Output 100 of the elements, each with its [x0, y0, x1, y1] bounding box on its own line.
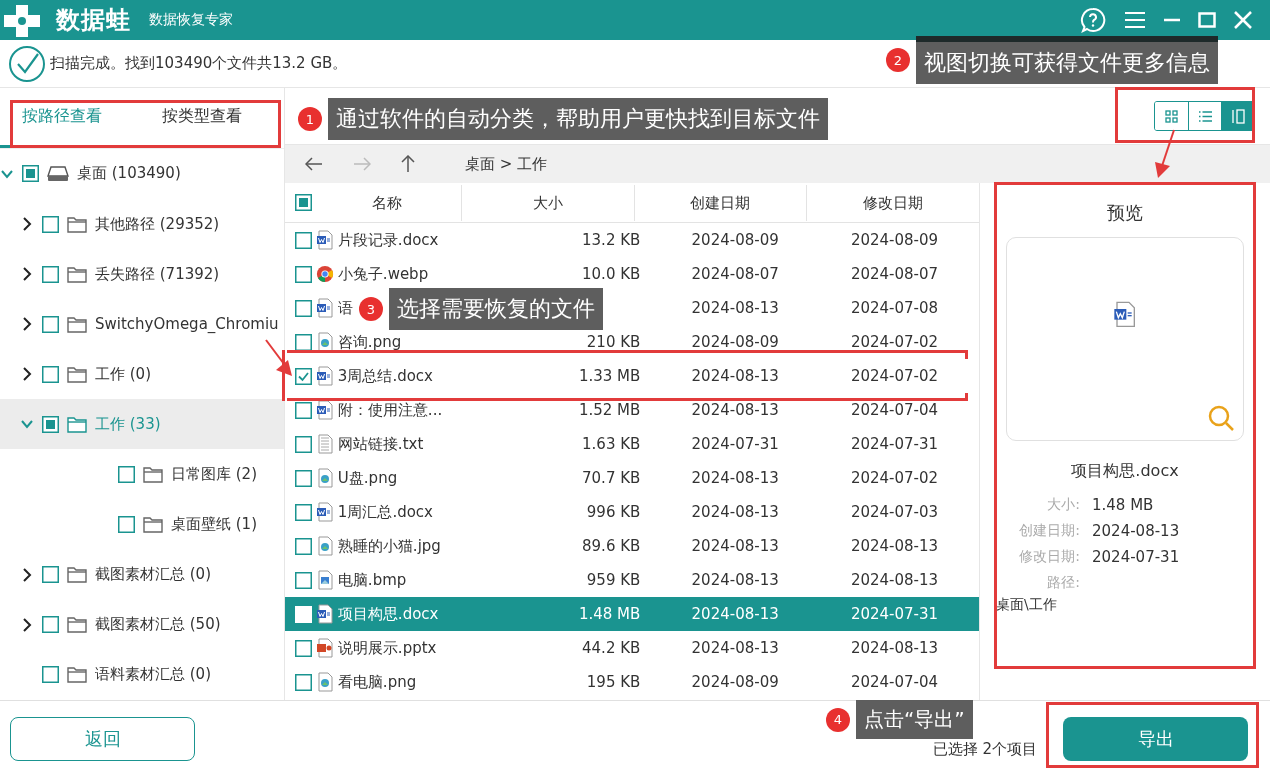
tree-item[interactable]: 桌面壁纸 (1) — [0, 499, 284, 550]
tree-item[interactable]: SwitchyOmega_Chromiu — [0, 299, 284, 350]
tree-item[interactable]: 桌面 (103490) — [0, 148, 284, 199]
tree-item-label[interactable]: 工作 (0) — [95, 364, 151, 384]
tree-item[interactable]: 工作 (0) — [0, 349, 284, 400]
checkbox[interactable] — [295, 571, 312, 589]
tree-item-label[interactable]: 语料素材汇总 (0) — [95, 665, 211, 685]
chevron-right-icon[interactable] — [20, 567, 34, 582]
chevron-right-icon[interactable] — [20, 367, 34, 382]
column-header[interactable]: 大小 — [462, 184, 635, 221]
checkbox[interactable] — [295, 333, 312, 351]
up-arrow-icon[interactable] — [401, 155, 415, 173]
tree-item[interactable]: 截图素材汇总 (50) — [0, 599, 284, 650]
close-icon[interactable] — [1234, 11, 1252, 29]
checkbox[interactable] — [295, 469, 312, 487]
chevron-right-icon[interactable] — [20, 267, 34, 282]
view-tab[interactable]: 按类型查看 — [139, 88, 284, 148]
view-mode-button[interactable] — [1221, 102, 1254, 130]
checkbox[interactable] — [295, 435, 312, 453]
column-header[interactable]: 创建日期 — [634, 184, 807, 221]
checkbox[interactable] — [295, 367, 312, 385]
checkbox[interactable] — [295, 537, 312, 555]
file-name[interactable]: 3周总结.docx — [337, 366, 433, 386]
tree-item[interactable]: 语料素材汇总 (0) — [0, 649, 284, 700]
checkbox[interactable] — [42, 215, 59, 233]
scan-status-text: 扫描完成。找到103490个文件共13.2 GB。 — [50, 54, 348, 73]
checkbox[interactable] — [118, 516, 135, 534]
file-size: 959 KB — [585, 571, 641, 589]
document-file-icon — [315, 400, 334, 420]
tree-item-label[interactable]: 截图素材汇总 (0) — [95, 565, 211, 585]
file-size: 10.0 KB — [581, 265, 641, 283]
selected-row-highlight[interactable]: 项目构思.docx 1.48 MB 2024-08-13 2024-07-31 — [285, 597, 979, 631]
file-name[interactable]: 1周汇总.docx — [337, 502, 433, 522]
file-name[interactable]: 项目构思.docx — [337, 604, 439, 624]
checkbox[interactable] — [295, 231, 312, 249]
modified-date: 2024-07-31 — [849, 435, 940, 453]
minimize-icon[interactable] — [1164, 18, 1180, 22]
checkbox[interactable] — [295, 673, 312, 691]
tree-item-label[interactable]: 丢失路径 (71392) — [95, 264, 220, 284]
tree-item-label[interactable]: 截图素材汇总 (50) — [95, 615, 221, 635]
created-date: 2024-07-31 — [690, 435, 780, 453]
magnifier-icon[interactable] — [1207, 404, 1235, 432]
breadcrumb-path[interactable]: 桌面 > 工作 — [465, 154, 548, 174]
preview-file-name: 项目构思.docx — [1071, 461, 1179, 482]
checkbox[interactable] — [22, 165, 39, 183]
created-date: 2024-08-13 — [690, 605, 780, 623]
help-icon[interactable] — [1080, 7, 1106, 33]
app-subtitle: 数据恢复专家 — [149, 11, 233, 29]
modified-date: 2024-08-07 — [849, 265, 940, 283]
column-header[interactable]: 修改日期 — [806, 184, 979, 221]
checkbox[interactable] — [42, 616, 59, 634]
checkbox[interactable] — [295, 639, 312, 657]
column-header[interactable]: 名称 — [311, 184, 463, 221]
checkbox[interactable] — [295, 265, 312, 283]
tree-item-label[interactable]: 桌面 (103490) — [77, 164, 181, 184]
checkbox[interactable] — [295, 299, 312, 317]
checkbox[interactable] — [118, 466, 135, 484]
checkbox[interactable] — [42, 415, 59, 433]
checkbox[interactable] — [42, 666, 59, 684]
checkbox[interactable] — [294, 194, 312, 211]
checkbox[interactable] — [42, 566, 59, 584]
file-name[interactable]: 说明展示.pptx — [337, 638, 437, 658]
checkbox[interactable] — [42, 265, 59, 283]
tree-item[interactable]: 截图素材汇总 (0) — [0, 549, 284, 600]
file-name[interactable]: U盘.png — [337, 468, 398, 488]
tree-item[interactable]: 丢失路径 (71392) — [0, 249, 284, 300]
file-name[interactable]: 语 — [337, 298, 353, 318]
callout-tooltip: 视图切换可获得文件更多信息 — [916, 36, 1218, 84]
back-button[interactable]: 返回 — [10, 716, 195, 761]
file-size: 1.48 MB — [577, 605, 641, 623]
checkbox[interactable] — [42, 315, 59, 333]
modified-date: 2024-07-31 — [849, 605, 940, 623]
export-button[interactable]: 导出 — [1063, 716, 1248, 761]
file-name[interactable]: 咨询.png — [337, 332, 402, 352]
back-arrow-icon[interactable] — [305, 157, 323, 171]
tree-item[interactable]: 日常图库 (2) — [0, 449, 284, 500]
file-name[interactable]: 熟睡的小猫.jpg — [337, 536, 441, 556]
tree-item-label[interactable]: 其他路径 (29352) — [95, 214, 220, 234]
preview-pane-icon — [1230, 108, 1246, 124]
drive-icon — [47, 165, 69, 183]
file-name[interactable]: 片段记录.docx — [337, 230, 439, 250]
chevron-right-icon[interactable] — [20, 317, 34, 332]
tree-item-label[interactable]: 日常图库 (2) — [171, 465, 257, 485]
file-name[interactable]: 网站链接.txt — [337, 434, 424, 454]
file-name[interactable]: 附：使用注意... — [337, 400, 443, 420]
file-name[interactable]: 电脑.bmp — [337, 570, 407, 590]
file-name[interactable]: 看电脑.png — [337, 672, 417, 692]
tree-item-label[interactable]: SwitchyOmega_Chromiu — [95, 315, 279, 334]
detail-label: 修改日期: — [1018, 548, 1080, 566]
menu-icon[interactable] — [1124, 11, 1146, 29]
chevron-right-icon[interactable] — [20, 617, 34, 632]
view-tab[interactable]: 按路径查看 — [0, 88, 140, 148]
checkbox[interactable] — [42, 365, 59, 383]
tree-item-label[interactable]: 桌面壁纸 (1) — [171, 515, 257, 535]
checkbox[interactable] — [295, 401, 312, 419]
tree-item[interactable]: 其他路径 (29352) — [0, 199, 284, 250]
chevron-right-icon[interactable] — [20, 217, 34, 232]
checkbox[interactable] — [295, 503, 312, 521]
maximize-icon[interactable] — [1198, 12, 1216, 28]
file-name[interactable]: 小兔子.webp — [337, 264, 429, 284]
